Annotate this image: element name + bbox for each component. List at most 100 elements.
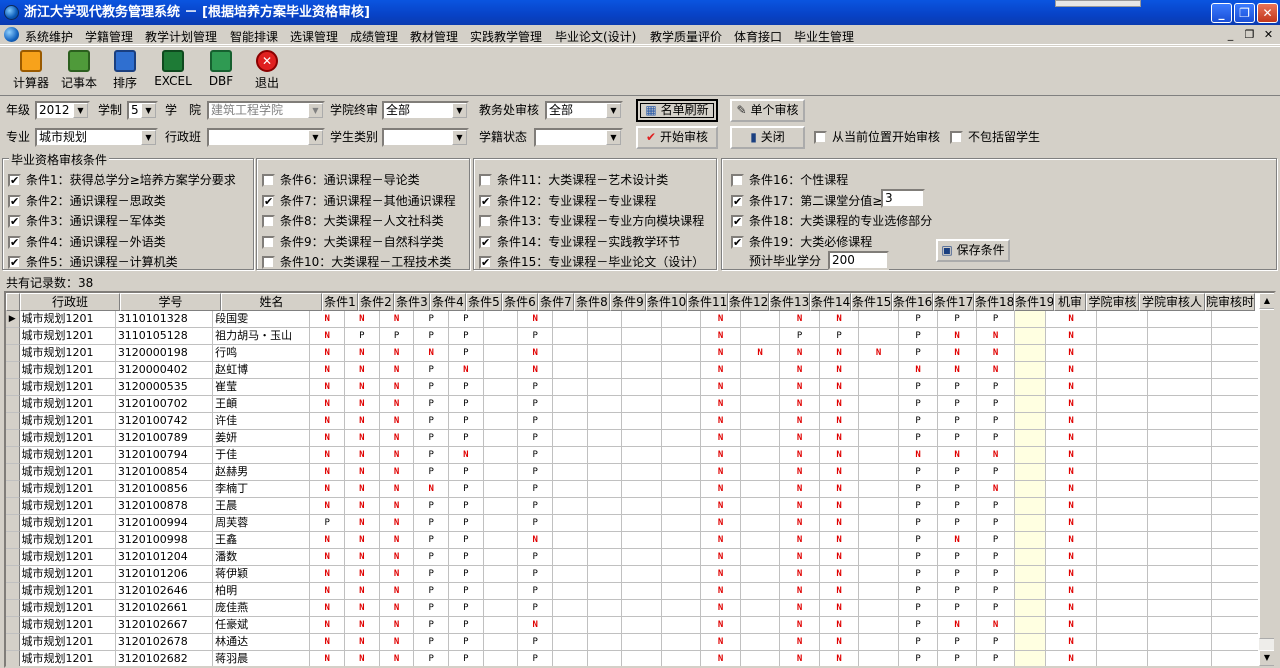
- condition-cell[interactable]: N: [379, 396, 415, 413]
- review-cell[interactable]: [1148, 447, 1212, 464]
- condition-cell[interactable]: P: [518, 600, 554, 617]
- condition-cell[interactable]: [859, 328, 899, 345]
- condition-cell[interactable]: P: [898, 617, 939, 634]
- condition-cell[interactable]: N: [345, 447, 380, 464]
- condition-cell[interactable]: P: [449, 617, 484, 634]
- condition-cell[interactable]: P: [976, 396, 1016, 413]
- condition-15-checkbox[interactable]: ✔: [479, 256, 492, 269]
- machine-review-cell[interactable]: [1015, 396, 1047, 413]
- condition-6-checkbox[interactable]: [262, 174, 275, 187]
- condition-cell[interactable]: [740, 583, 781, 600]
- student-id-cell[interactable]: 3120101204: [115, 549, 214, 566]
- condition-cell[interactable]: [553, 396, 588, 413]
- review-cell[interactable]: [1211, 379, 1261, 396]
- condition-cell[interactable]: [483, 532, 519, 549]
- from-current-checkbox[interactable]: [814, 131, 827, 144]
- condition-cell[interactable]: N: [345, 396, 380, 413]
- condition-cell[interactable]: N: [379, 566, 415, 583]
- row-indicator[interactable]: [6, 583, 20, 600]
- menu-grades[interactable]: 成绩管理: [350, 28, 398, 45]
- condition-cell[interactable]: [553, 515, 588, 532]
- table-row[interactable]: 城市规划1201 3120102661 庞佳燕 N N N P P P N N N P P P N: [6, 600, 1261, 617]
- condition-cell[interactable]: P: [898, 583, 939, 600]
- condition-cell[interactable]: N: [1046, 328, 1098, 345]
- class-cell[interactable]: 城市规划1201: [19, 583, 116, 600]
- condition-cell[interactable]: N: [379, 413, 415, 430]
- review-cell[interactable]: [1097, 464, 1149, 481]
- condition-cell[interactable]: N: [345, 617, 380, 634]
- row-indicator[interactable]: [6, 651, 20, 666]
- condition-cell[interactable]: N: [310, 498, 346, 515]
- condition-cell[interactable]: P: [898, 311, 939, 328]
- excel-button[interactable]: EXCEL: [148, 49, 198, 95]
- condition-cell[interactable]: N: [701, 566, 741, 583]
- dbf-button[interactable]: DBF: [196, 49, 246, 95]
- condition-cell[interactable]: N: [310, 311, 346, 328]
- table-row[interactable]: 城市规划1201 3120100994 周芙蓉 P N N P P P N N N P P P N: [6, 515, 1261, 532]
- condition-cell[interactable]: P: [414, 515, 450, 532]
- table-row[interactable]: 城市规划1201 3120100789 姜妍 N N N P P P N N N P P P N: [6, 430, 1261, 447]
- name-cell[interactable]: 赵赫男: [213, 464, 311, 481]
- condition-cell[interactable]: N: [819, 566, 860, 583]
- condition-cell[interactable]: N: [976, 328, 1016, 345]
- condition-1-checkbox[interactable]: ✔: [8, 174, 21, 187]
- name-cell[interactable]: 李楠丁: [213, 481, 311, 498]
- condition-cell[interactable]: N: [780, 311, 820, 328]
- condition-cell[interactable]: [661, 362, 702, 379]
- college-select[interactable]: 建筑工程学院 ▼: [207, 101, 325, 120]
- student-id-cell[interactable]: 3120102682: [116, 651, 214, 666]
- name-cell[interactable]: 崔莹: [213, 379, 311, 396]
- condition-cell[interactable]: N: [819, 515, 860, 532]
- column-header[interactable]: 条件17: [933, 293, 974, 311]
- condition-cell[interactable]: N: [701, 396, 741, 413]
- review-cell[interactable]: [1148, 600, 1212, 617]
- review-cell[interactable]: [1148, 532, 1212, 549]
- student-id-cell[interactable]: 3120100789: [115, 430, 214, 447]
- condition-cell[interactable]: N: [449, 447, 484, 464]
- condition-cell[interactable]: [859, 430, 899, 447]
- menu-graduates[interactable]: 毕业生管理: [794, 28, 854, 45]
- column-header[interactable]: 条件15: [851, 293, 892, 311]
- condition-cell[interactable]: [661, 481, 702, 498]
- condition-cell[interactable]: [483, 430, 519, 447]
- condition-cell[interactable]: P: [414, 430, 450, 447]
- machine-review-cell[interactable]: [1015, 600, 1047, 617]
- condition-cell[interactable]: [859, 583, 899, 600]
- condition-cell[interactable]: N: [310, 634, 346, 651]
- machine-review-cell[interactable]: [1015, 379, 1047, 396]
- condition-cell[interactable]: P: [449, 311, 484, 328]
- review-cell[interactable]: [1148, 566, 1212, 583]
- condition-cell[interactable]: [587, 430, 623, 447]
- condition-cell[interactable]: P: [518, 566, 554, 583]
- condition-cell[interactable]: [587, 345, 623, 362]
- class-cell[interactable]: 城市规划1201: [19, 481, 116, 498]
- audit-grid[interactable]: 行政班 学号 姓名 条件1 条件2 条件3 条件4 条件5 条件6 条件7 条件8 条件9 条件10 条件…: [4, 291, 1276, 668]
- review-cell[interactable]: [1148, 379, 1212, 396]
- condition-cell[interactable]: P: [449, 515, 484, 532]
- menu-course-selection[interactable]: 选课管理: [290, 28, 338, 45]
- condition-cell[interactable]: P: [976, 566, 1016, 583]
- name-cell[interactable]: 行鸣: [213, 345, 311, 362]
- column-header[interactable]: 条件6: [502, 293, 538, 311]
- condition-19-checkbox[interactable]: ✔: [731, 236, 744, 249]
- review-cell[interactable]: [1211, 634, 1261, 651]
- condition-cell[interactable]: N: [518, 617, 554, 634]
- class-cell[interactable]: 城市规划1201: [19, 634, 116, 651]
- condition-17-checkbox[interactable]: ✔: [731, 195, 744, 208]
- condition-cell[interactable]: N: [310, 566, 346, 583]
- machine-review-cell[interactable]: [1015, 583, 1047, 600]
- review-cell[interactable]: [1211, 430, 1261, 447]
- condition-cell[interactable]: N: [819, 583, 860, 600]
- condition-cell[interactable]: N: [379, 447, 415, 464]
- condition-cell[interactable]: N: [819, 379, 860, 396]
- condition-cell[interactable]: [740, 464, 781, 481]
- table-row[interactable]: 城市规划1201 3120102682 蒋羽晨 N N N P P P N N N P P P N: [6, 651, 1261, 666]
- class-cell[interactable]: 城市规划1201: [19, 396, 116, 413]
- condition-cell[interactable]: [483, 583, 519, 600]
- condition-cell[interactable]: N: [701, 430, 741, 447]
- condition-cell[interactable]: N: [379, 345, 415, 362]
- condition-cell[interactable]: N: [780, 617, 820, 634]
- condition-cell[interactable]: [740, 396, 781, 413]
- condition-cell[interactable]: [661, 617, 702, 634]
- condition-cell[interactable]: P: [898, 600, 939, 617]
